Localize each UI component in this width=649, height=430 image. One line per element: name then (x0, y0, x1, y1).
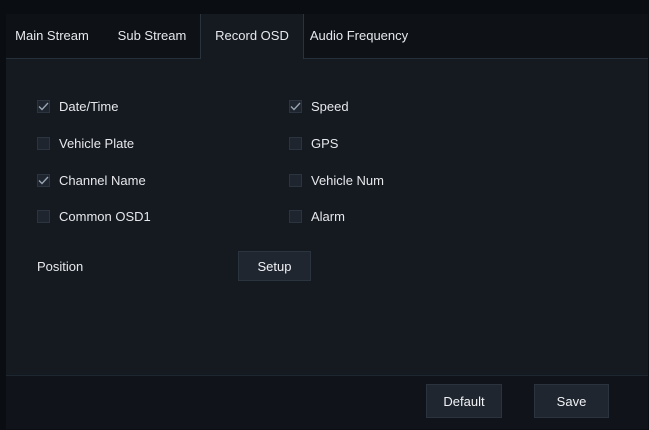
check-icon (38, 102, 49, 110)
record-osd-panel: Main Stream Sub Stream Record OSD Audio … (6, 14, 648, 429)
vehicle-plate-checkbox[interactable] (37, 136, 50, 150)
speed-label: Speed (311, 98, 349, 114)
vehicle-num-label: Vehicle Num (311, 172, 384, 188)
channel-name-checkbox[interactable] (37, 173, 50, 187)
vehicle-plate-label: Vehicle Plate (59, 135, 135, 151)
tab-bar: Main Stream Sub Stream Record OSD Audio … (6, 14, 648, 59)
setup-button[interactable]: Setup (238, 251, 311, 281)
speed-checkbox[interactable] (289, 99, 302, 113)
check-icon (290, 102, 301, 110)
date-time-checkbox[interactable] (37, 99, 50, 113)
position-label: Position (37, 259, 84, 274)
channel-name-label: Channel Name (59, 172, 146, 188)
gps-label: GPS (311, 135, 339, 151)
option-date-time[interactable]: Date/Time (37, 97, 118, 115)
alarm-label: Alarm (311, 208, 345, 224)
tab-sub-stream[interactable]: Sub Stream (107, 14, 197, 58)
tab-main-stream[interactable]: Main Stream (6, 14, 98, 58)
vehicle-num-checkbox[interactable] (289, 173, 302, 187)
default-button[interactable]: Default (426, 384, 502, 418)
save-button[interactable]: Save (534, 384, 609, 418)
option-channel-name[interactable]: Channel Name (37, 171, 146, 189)
tab-record-osd[interactable]: Record OSD (200, 14, 304, 59)
option-vehicle-num[interactable]: Vehicle Num (289, 171, 384, 189)
common-osd1-checkbox[interactable] (37, 209, 50, 223)
option-vehicle-plate[interactable]: Vehicle Plate (37, 134, 134, 152)
option-speed[interactable]: Speed (289, 97, 349, 115)
option-alarm[interactable]: Alarm (289, 207, 345, 225)
common-osd1-label: Common OSD1 (59, 208, 151, 224)
date-time-label: Date/Time (59, 98, 119, 114)
option-gps[interactable]: GPS (289, 134, 338, 152)
option-common-osd1[interactable]: Common OSD1 (37, 207, 151, 225)
tab-audio-frequency[interactable]: Audio Frequency (304, 14, 414, 58)
alarm-checkbox[interactable] (289, 209, 302, 223)
check-icon (38, 176, 49, 184)
gps-checkbox[interactable] (289, 136, 302, 150)
